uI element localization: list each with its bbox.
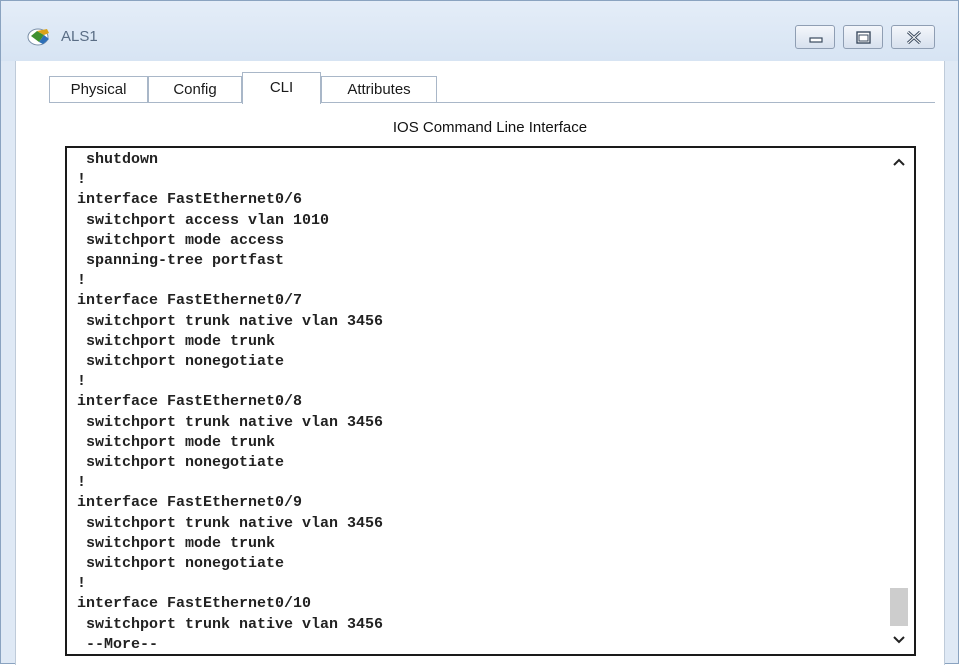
cli-line: interface FastEthernet0/9 [77, 494, 303, 512]
cli-console[interactable]: shutdown ! interface FastEthernet0/6 swi… [65, 146, 916, 656]
cli-line: --More-- [77, 635, 159, 653]
cli-line: ! [77, 272, 87, 290]
cli-line: shutdown [77, 151, 159, 168]
cli-line: switchport mode trunk [77, 433, 276, 451]
cli-line: ! [77, 575, 87, 593]
cli-line: interface FastEthernet0/7 [77, 292, 303, 310]
cli-line: switchport mode access [77, 231, 285, 249]
cli-line: switchport nonegotiate [77, 353, 285, 371]
maximize-icon [856, 31, 871, 44]
tab-physical[interactable]: Physical [49, 76, 148, 103]
cli-line: ! [77, 474, 87, 492]
application-window: ALS1 Physical Config CLI Attributes IOS … [0, 0, 959, 665]
scroll-down-button[interactable] [884, 628, 914, 652]
minimize-icon [809, 37, 823, 43]
cli-line: interface FastEthernet0/10 [77, 595, 312, 613]
tab-attributes[interactable]: Attributes [321, 76, 437, 103]
scroll-up-button[interactable] [884, 150, 914, 174]
title-bar[interactable]: ALS1 [1, 1, 958, 61]
cli-line: switchport trunk native vlan 3456 [77, 312, 384, 330]
cli-line: switchport access vlan 1010 [77, 211, 330, 229]
packet-tracer-switch-icon [27, 27, 53, 47]
cli-line: switchport mode trunk [77, 332, 276, 350]
close-button[interactable] [891, 25, 935, 49]
cli-line: interface FastEthernet0/8 [77, 393, 303, 411]
cli-line: switchport nonegotiate [77, 555, 285, 573]
cli-line: ! [77, 171, 87, 189]
window-title: ALS1 [61, 28, 98, 45]
console-scrollbar[interactable] [884, 148, 914, 654]
scroll-thumb[interactable] [890, 588, 908, 626]
cli-line: switchport mode trunk [77, 534, 276, 552]
chevron-down-icon [893, 636, 905, 644]
close-icon [906, 30, 922, 45]
tab-cli[interactable]: CLI [242, 72, 321, 104]
cli-output[interactable]: shutdown ! interface FastEthernet0/6 swi… [77, 150, 874, 654]
cli-line: switchport trunk native vlan 3456 [77, 615, 384, 633]
cli-line: ! [77, 373, 87, 391]
tab-config[interactable]: Config [148, 76, 242, 103]
cli-line: switchport trunk native vlan 3456 [77, 514, 384, 532]
chevron-up-icon [893, 158, 905, 166]
cli-line: spanning-tree portfast [77, 252, 285, 270]
cli-heading: IOS Command Line Interface [392, 119, 588, 136]
tab-divider [49, 102, 935, 103]
cli-line: interface FastEthernet0/6 [77, 191, 303, 209]
minimize-button[interactable] [795, 25, 835, 49]
cli-line: switchport trunk native vlan 3456 [77, 413, 384, 431]
cli-line: switchport nonegotiate [77, 454, 285, 472]
maximize-button[interactable] [843, 25, 883, 49]
